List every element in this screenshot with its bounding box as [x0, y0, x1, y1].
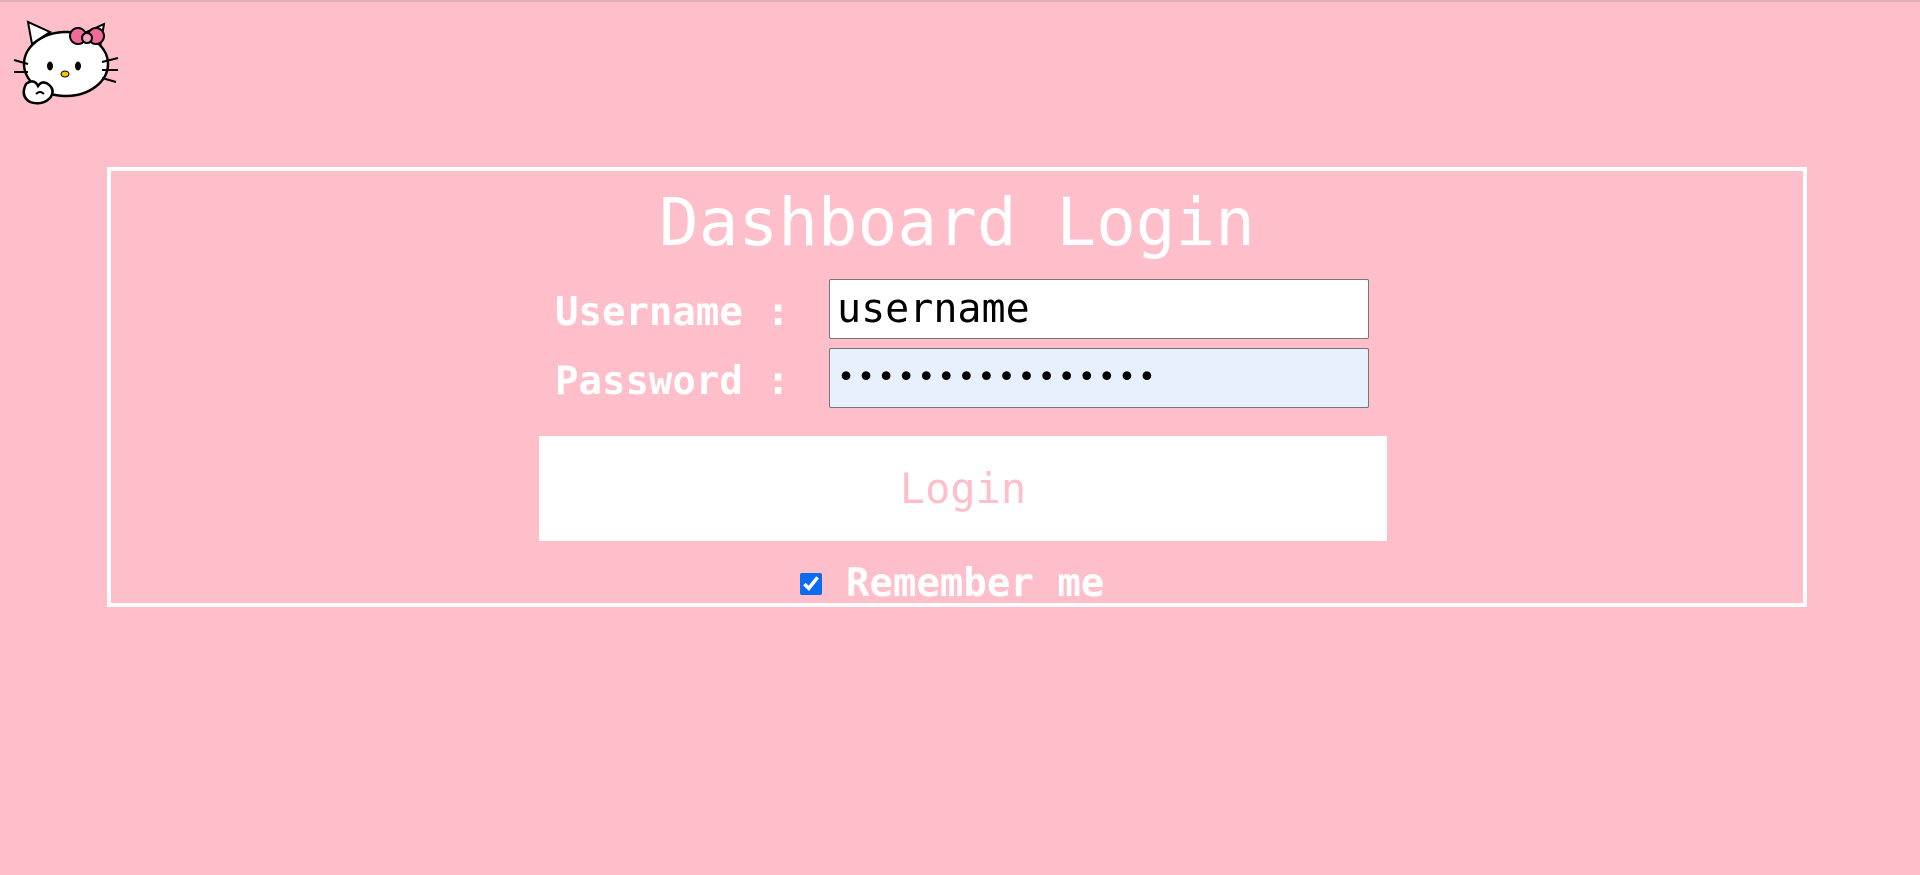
remember-me-toggle[interactable]: Remember me: [800, 561, 1104, 607]
remember-me-label: Remember me: [846, 561, 1105, 606]
window-top-edge: [0, 0, 1920, 2]
login-panel: Dashboard Login Username : Password : ••…: [107, 167, 1807, 607]
username-field[interactable]: [829, 279, 1369, 339]
password-masked-value: ••••••••••••••••: [837, 360, 1158, 395]
login-button[interactable]: Login: [539, 436, 1387, 541]
password-label: Password :: [555, 359, 790, 404]
hello-kitty-icon: [12, 14, 120, 110]
remember-me-checkbox[interactable]: [800, 573, 822, 595]
username-label: Username :: [555, 290, 790, 335]
password-field[interactable]: ••••••••••••••••: [829, 348, 1369, 408]
page-title: Dashboard Login: [658, 184, 1256, 261]
